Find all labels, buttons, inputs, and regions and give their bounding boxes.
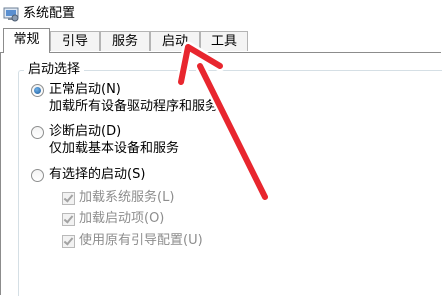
diagnostic-startup-radio[interactable] bbox=[31, 126, 44, 139]
diagnostic-startup-label[interactable]: 诊断启动(D) bbox=[49, 123, 121, 140]
tab-boot[interactable]: 引导 bbox=[50, 31, 100, 51]
selective-startup-radio[interactable] bbox=[31, 169, 44, 182]
load-startup-items-checkbox[interactable] bbox=[62, 213, 75, 226]
normal-startup-radio[interactable] bbox=[31, 84, 44, 97]
tab-startup[interactable]: 启动 bbox=[150, 31, 200, 51]
tab-general[interactable]: 常规 bbox=[3, 28, 50, 53]
load-startup-items-label: 加载启动项(O) bbox=[79, 211, 165, 226]
normal-startup-description: 加载所有设备驱动程序和服务 bbox=[49, 99, 219, 114]
use-original-boot-config-label: 使用原有引导配置(U) bbox=[79, 233, 203, 248]
group-title: 启动选择 bbox=[24, 61, 85, 78]
selective-startup-label[interactable]: 有选择的启动(S) bbox=[49, 166, 145, 183]
use-original-boot-config-checkbox[interactable] bbox=[62, 235, 75, 248]
load-system-services-label: 加载系统服务(L) bbox=[79, 190, 175, 205]
tab-services[interactable]: 服务 bbox=[100, 31, 150, 51]
window-title: 系统配置 bbox=[23, 6, 76, 21]
load-system-services-checkbox[interactable] bbox=[62, 192, 75, 205]
tab-tools[interactable]: 工具 bbox=[200, 31, 248, 51]
title-bar: 系统配置 bbox=[0, 0, 442, 28]
diagnostic-startup-description: 仅加载基本设备和服务 bbox=[49, 141, 180, 156]
system-config-icon bbox=[3, 7, 19, 22]
tab-strip: 常规 引导 服务 启动 工具 bbox=[0, 28, 442, 53]
normal-startup-label[interactable]: 正常启动(N) bbox=[49, 81, 121, 98]
